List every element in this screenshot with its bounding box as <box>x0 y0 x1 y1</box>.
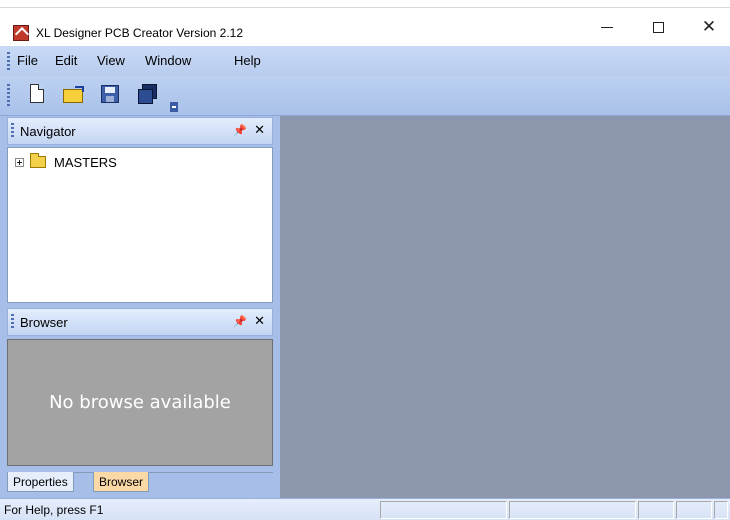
menu-edit[interactable]: Edit <box>55 53 77 69</box>
browser-preview: No browse available <box>7 339 273 466</box>
navigator-header: Navigator 📌 ✕ <box>7 117 273 145</box>
open-arrow-icon <box>75 86 84 92</box>
save-icon <box>101 85 119 103</box>
navigator-tree[interactable]: MASTERS <box>7 147 273 303</box>
browser-header: Browser 📌 ✕ <box>7 308 273 336</box>
toolbar-grip[interactable] <box>7 84 10 108</box>
navigator-title: Navigator <box>20 124 76 139</box>
status-bar: For Help, press F1 <box>0 498 730 520</box>
expand-icon[interactable] <box>15 157 24 167</box>
new-button[interactable] <box>27 84 49 106</box>
open-folder-icon <box>63 86 84 103</box>
folder-icon <box>30 153 46 168</box>
app-icon[interactable] <box>13 25 29 41</box>
dock-tabs: Properties Browser <box>7 472 273 494</box>
toolbar <box>0 76 730 116</box>
menu-help[interactable]: Help <box>234 53 261 69</box>
navigator-grip[interactable] <box>11 123 14 139</box>
minimize-icon <box>601 26 613 28</box>
save-button[interactable] <box>100 84 122 106</box>
resize-grip[interactable] <box>714 501 728 519</box>
status-text: For Help, press F1 <box>4 503 104 517</box>
status-pane-1 <box>380 501 507 519</box>
pin-icon[interactable]: 📌 <box>233 124 247 137</box>
top-strip <box>0 0 730 8</box>
tree-item-label: MASTERS <box>54 154 117 170</box>
menubar-grip[interactable] <box>7 52 10 70</box>
tab-browser[interactable]: Browser <box>93 472 150 492</box>
browser-close-icon[interactable]: ✕ <box>254 314 265 329</box>
browser-controls: 📌 ✕ <box>233 314 265 329</box>
left-dock-panel: Navigator 📌 ✕ MASTERS Browser 📌 ✕ No brows… <box>0 116 280 498</box>
save-all-icon-front <box>138 89 153 104</box>
browse-empty-message: No browse available <box>49 392 231 413</box>
browser-title: Browser <box>20 315 68 330</box>
new-document-icon <box>30 84 44 103</box>
menu-window[interactable]: Window <box>145 53 191 69</box>
toolbar-overflow-chevron[interactable] <box>170 102 178 112</box>
status-pane-2 <box>509 501 636 519</box>
maximize-button[interactable] <box>635 8 681 46</box>
navigator-controls: 📌 ✕ <box>233 123 265 138</box>
menu-file[interactable]: File <box>17 53 38 69</box>
pin-icon[interactable]: 📌 <box>233 315 247 328</box>
save-all-button[interactable] <box>138 84 160 106</box>
menu-view[interactable]: View <box>97 53 125 69</box>
open-button[interactable] <box>63 84 85 106</box>
mdi-workspace[interactable] <box>280 116 730 498</box>
close-icon: ✕ <box>701 17 717 37</box>
window-title: XL Designer PCB Creator Version 2.12 <box>36 26 243 40</box>
status-pane-4 <box>676 501 712 519</box>
maximize-icon <box>652 21 664 33</box>
tree-item-masters[interactable]: MASTERS <box>15 153 117 170</box>
close-button[interactable]: ✕ <box>686 8 730 46</box>
menu-bar: File Edit View Window Help <box>0 46 730 76</box>
browser-grip[interactable] <box>11 314 14 330</box>
minimize-button[interactable] <box>584 8 630 46</box>
tab-properties[interactable]: Properties <box>7 472 74 492</box>
status-pane-3 <box>638 501 674 519</box>
navigator-close-icon[interactable]: ✕ <box>254 123 265 138</box>
